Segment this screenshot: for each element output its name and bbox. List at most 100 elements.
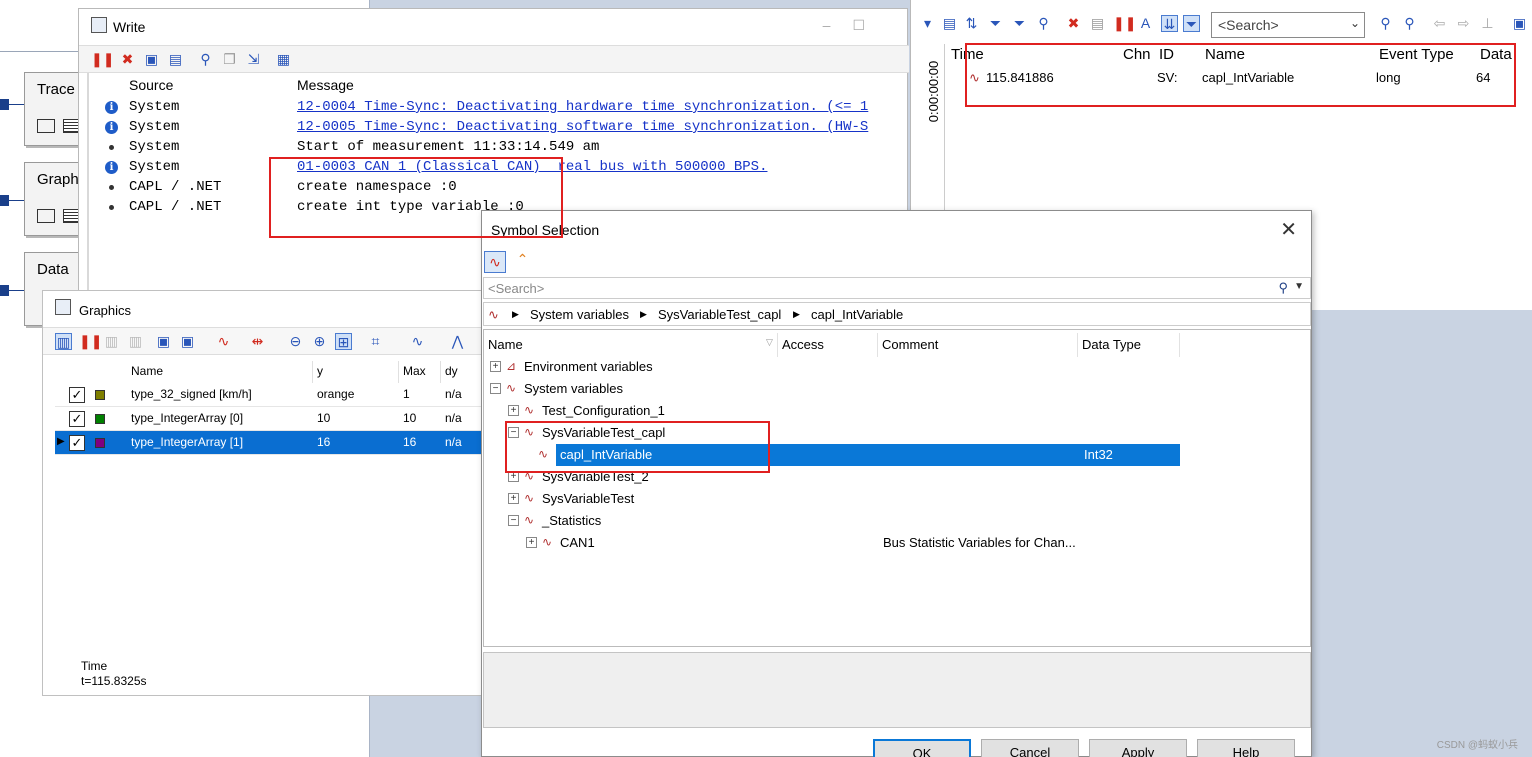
tree-node[interactable]: + ∿ SysVariableTest_2 — [484, 466, 1180, 488]
chart-mode-icon[interactable]: ▣ — [179, 333, 196, 350]
breadcrumb-item[interactable]: SysVariableTest_capl — [658, 307, 781, 322]
zoom-area-icon[interactable]: ⊞ — [335, 333, 352, 350]
expand-icon[interactable]: + — [508, 405, 519, 416]
write-message-link[interactable]: 12-0005 Time-Sync: Deactivating software… — [297, 119, 868, 135]
trace-col-data[interactable]: Data — [1480, 46, 1512, 63]
signal-color-swatch[interactable] — [95, 438, 105, 448]
tree-node[interactable]: − ∿ System variables — [484, 378, 1180, 400]
columns-icon[interactable]: ▤ — [941, 15, 958, 32]
signal-checkbox[interactable]: ✓ — [69, 411, 85, 427]
delete-icon[interactable]: ▤ — [167, 51, 184, 68]
signal-row[interactable]: ✓ type_IntegerArray [0] 10 10 n/a — [55, 407, 485, 431]
chevron-down-icon[interactable]: ⌄ — [1350, 16, 1360, 30]
apply-button[interactable]: Apply — [1089, 739, 1187, 757]
marker-icon[interactable]: ⊥ — [1479, 15, 1496, 32]
close-icon[interactable]: ✕ — [1280, 217, 1297, 242]
write-row[interactable]: i System 12-0004 Time-Sync: Deactivating… — [89, 97, 907, 117]
export-icon[interactable]: ⇲ — [245, 51, 262, 68]
expand-icon[interactable]: + — [526, 537, 537, 548]
expand-icon[interactable]: ⇅ — [963, 15, 980, 32]
column-message[interactable]: Message — [297, 77, 354, 93]
text-size-icon[interactable]: A — [1137, 15, 1154, 32]
trace-block[interactable]: Trace — [24, 72, 84, 146]
column-comment[interactable]: Comment — [878, 333, 1078, 357]
step-all-icon[interactable]: ▥ — [127, 333, 144, 350]
column-source[interactable]: Source — [129, 77, 173, 93]
pause-icon[interactable]: ❚❚ — [91, 51, 114, 68]
chevron-down-icon[interactable]: ▼ — [1294, 281, 1304, 292]
expand-icon[interactable]: + — [490, 361, 501, 372]
cancel-button[interactable]: Cancel — [981, 739, 1079, 757]
scroll-icon[interactable]: ⇊ — [1161, 15, 1178, 32]
write-row[interactable]: System Start of measurement 11:33:14.549… — [89, 137, 907, 157]
ok-button[interactable]: OK — [873, 739, 971, 757]
column-data-type[interactable]: Data Type — [1078, 333, 1180, 357]
tree-node[interactable]: + ∿ CAN1 Bus Statistic Variables for Cha… — [484, 532, 1180, 554]
write-row[interactable]: CAPL / .NET create namespace :0 — [89, 177, 907, 197]
fit-xy-icon[interactable]: ⇹ — [249, 333, 266, 350]
pause-icon[interactable]: ❚❚ — [79, 333, 102, 350]
zoom-out-icon[interactable]: ⊖ — [287, 333, 304, 350]
tree-node-selected[interactable]: capl_IntVariable Int32 — [556, 444, 1180, 466]
binoculars-icon[interactable]: ⚲ — [1278, 280, 1288, 296]
find-prev-icon[interactable]: ⚲ — [1377, 15, 1394, 32]
funnel-clear-icon[interactable]: ⏷ — [1011, 15, 1028, 32]
expand-icon[interactable]: + — [508, 471, 519, 482]
write-row[interactable]: i System 01-0003 CAN 1 (Classical CAN) r… — [89, 157, 907, 177]
clear-icon[interactable]: ✖ — [1065, 15, 1082, 32]
expand-icon[interactable]: + — [508, 493, 519, 504]
signal-row[interactable]: ✓ type_32_signed [km/h] orange 1 n/a — [55, 383, 485, 407]
signal-wave-icon[interactable]: ∿ — [215, 333, 232, 350]
collapse-icon[interactable]: ⌃ — [514, 251, 531, 268]
trace-col-name[interactable]: Name — [1205, 46, 1245, 63]
clear-icon[interactable]: ✖ — [119, 51, 136, 68]
legend-icon[interactable]: ▥ — [55, 333, 72, 350]
trigger-icon[interactable]: ∿ — [409, 333, 426, 350]
column-name[interactable]: Name — [484, 333, 778, 357]
window-controls[interactable]: –☐ — [823, 17, 887, 34]
column-max[interactable]: Max — [399, 361, 441, 383]
column-access[interactable]: Access — [778, 333, 878, 357]
auto-filter-icon[interactable]: ⏷ — [1183, 15, 1200, 32]
sysvar-filter-icon[interactable]: ∿ — [484, 251, 506, 273]
chart-icon[interactable]: ▣ — [155, 333, 172, 350]
write-message-link[interactable]: 01-0003 CAN 1 (Classical CAN) real bus w… — [297, 159, 767, 175]
pause-icon[interactable]: ❚❚ — [1113, 15, 1136, 32]
tree-node[interactable]: + ⊿ Environment variables — [484, 356, 1180, 378]
delete-icon[interactable]: ▤ — [1089, 15, 1106, 32]
help-button[interactable]: Help — [1197, 739, 1295, 757]
step-icon[interactable]: ▥ — [103, 333, 120, 350]
signal-color-swatch[interactable] — [95, 414, 105, 424]
column-dy[interactable]: dy — [441, 361, 485, 383]
write-row[interactable]: i System 12-0005 Time-Sync: Deactivating… — [89, 117, 907, 137]
measurement-cursor-icon[interactable]: ⌗ — [367, 333, 384, 350]
collapse-icon[interactable]: − — [508, 427, 519, 438]
tree-node[interactable]: − ∿ SysVariableTest_capl — [484, 422, 1180, 444]
signal-checkbox[interactable]: ✓ — [69, 435, 85, 451]
find-next-icon[interactable]: ⚲ — [1401, 15, 1418, 32]
funnel-icon[interactable]: ⏷ — [987, 15, 1004, 32]
find-icon[interactable]: ⚲ — [1035, 15, 1052, 32]
zoom-in-icon[interactable]: ⊕ — [311, 333, 328, 350]
breadcrumb-item[interactable]: System variables — [530, 307, 629, 322]
trace-col-event-type[interactable]: Event Type — [1379, 46, 1454, 63]
options-icon[interactable]: ▣ — [1511, 15, 1528, 32]
arrow-right-icon[interactable]: ⇨ — [1455, 15, 1472, 32]
clear-all-icon[interactable]: ▣ — [143, 51, 160, 68]
settings-icon[interactable]: ▦ — [275, 51, 292, 68]
trace-col-time[interactable]: Time — [951, 46, 984, 63]
breadcrumb-item[interactable]: capl_IntVariable — [811, 307, 903, 322]
copy-icon[interactable]: ❐ — [221, 51, 238, 68]
trace-col-id[interactable]: ID — [1159, 46, 1174, 63]
filter-icon[interactable]: ▾ — [919, 15, 936, 32]
dialog-search-input[interactable]: <Search> ⚲ ▼ — [483, 277, 1311, 299]
tree-node[interactable]: + ∿ SysVariableTest — [484, 488, 1180, 510]
column-name[interactable]: Name — [127, 361, 313, 383]
trace-col-chn[interactable]: Chn — [1123, 46, 1151, 63]
signal-color-swatch[interactable] — [95, 390, 105, 400]
find-icon[interactable]: ⚲ — [197, 51, 214, 68]
collapse-icon[interactable]: − — [508, 515, 519, 526]
signal-row-selected[interactable]: ▶ ✓ type_IntegerArray [1] 16 16 n/a — [55, 431, 485, 455]
graphics-block[interactable]: Graphi — [24, 162, 84, 236]
tree-node[interactable]: − ∿ _Statistics — [484, 510, 1180, 532]
